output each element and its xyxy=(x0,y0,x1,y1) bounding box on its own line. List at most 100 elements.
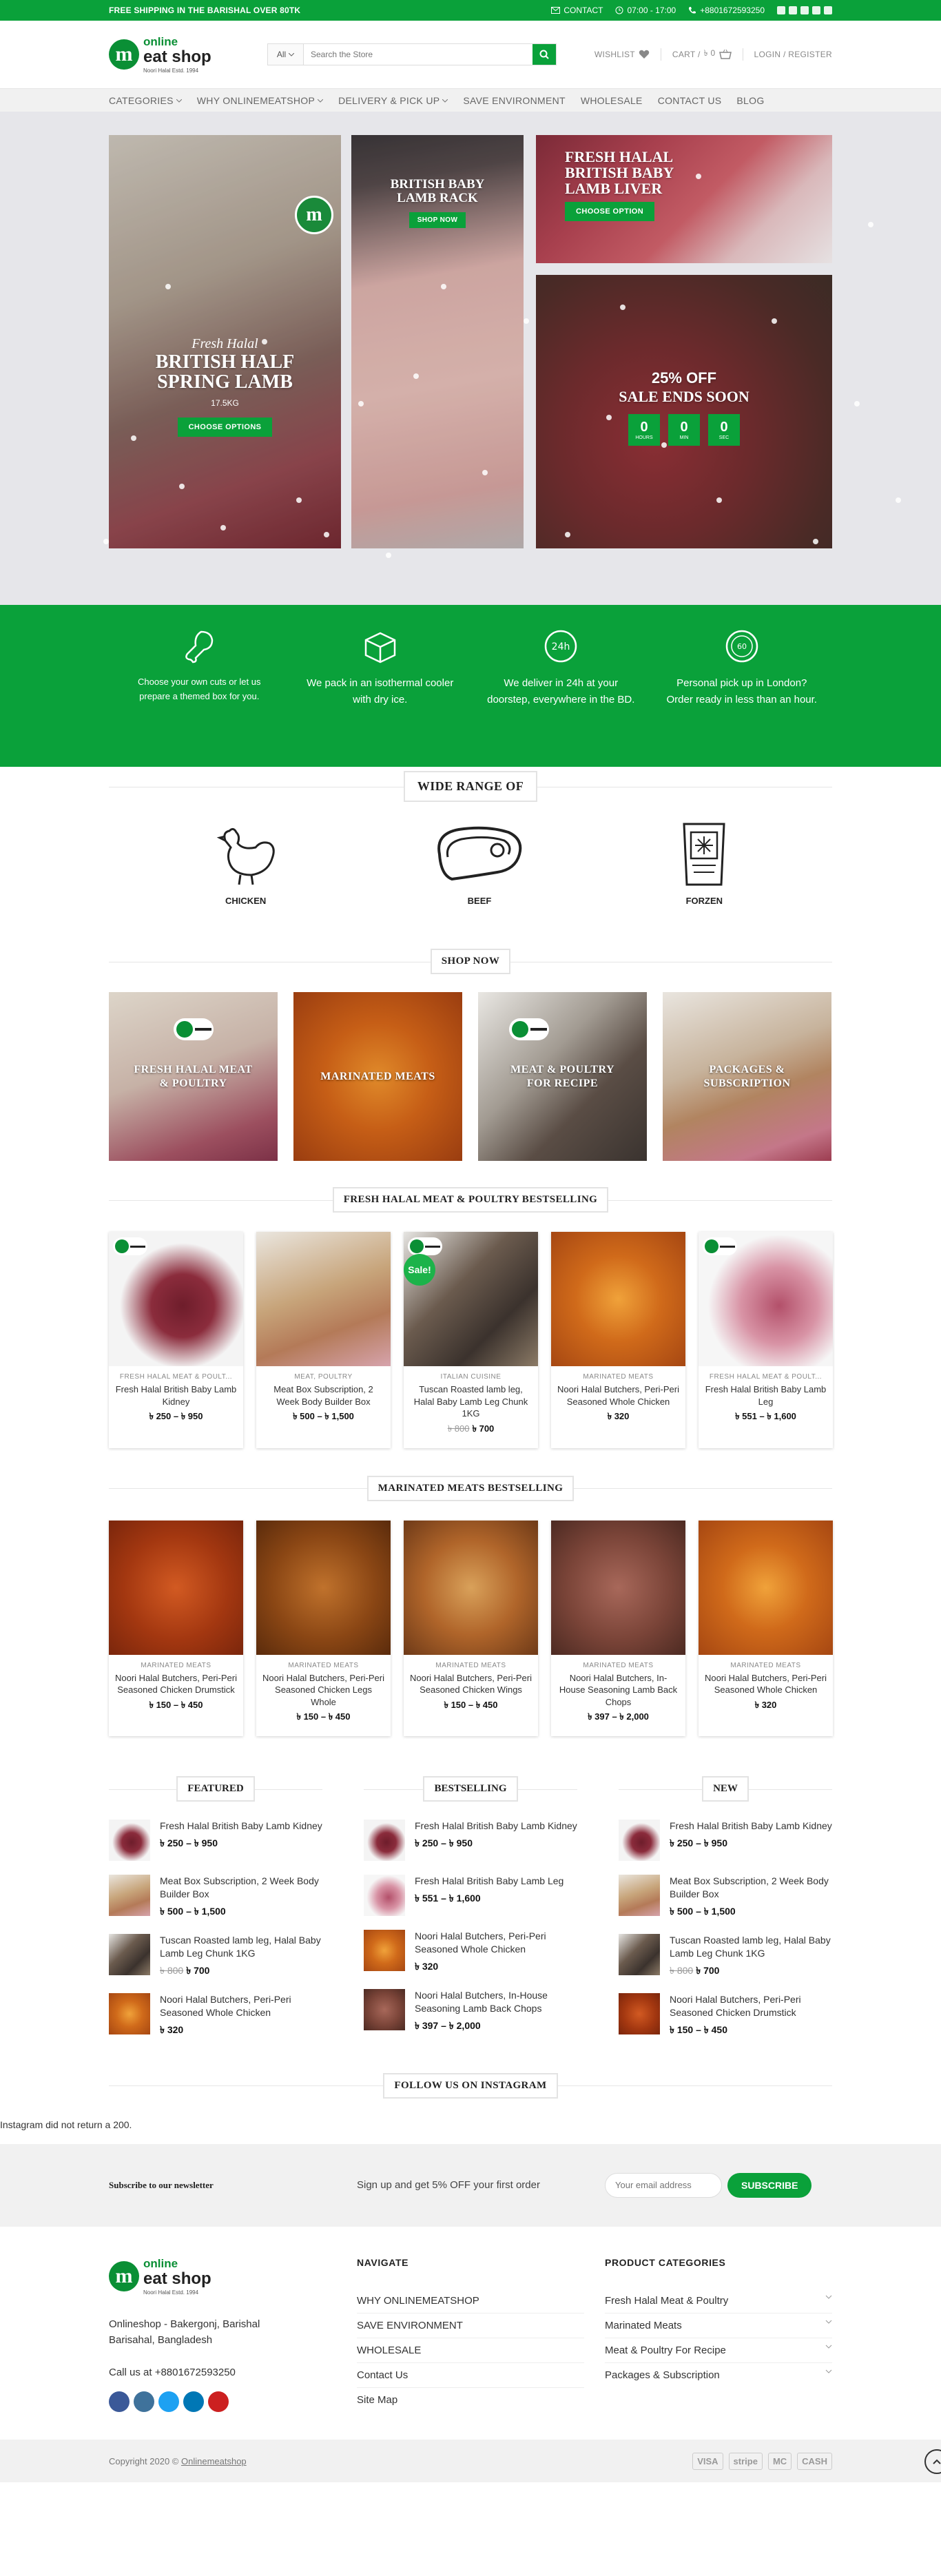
range-beef[interactable]: BEEF xyxy=(431,820,528,906)
list-item[interactable]: Noori Halal Butchers, Peri-Peri Seasoned… xyxy=(364,1930,577,1975)
product-name[interactable]: Noori Halal Butchers, Peri-Peri Seasoned… xyxy=(256,1672,391,1709)
copyright-link[interactable]: Onlinemeatshop xyxy=(181,2456,247,2466)
list-item[interactable]: Fresh Halal British Baby Lamb Leg ৳ 551 –… xyxy=(364,1875,577,1917)
product-name[interactable]: Noori Halal Butchers, Peri-Peri Seasoned… xyxy=(670,1993,832,2019)
product-thumbnail[interactable] xyxy=(364,1989,405,2031)
product-category[interactable]: MARINATED MEATS xyxy=(551,1662,685,1669)
product-thumbnail[interactable] xyxy=(619,1875,660,1917)
product-category[interactable]: MEAT, POULTRY xyxy=(256,1373,391,1381)
chevron-down-icon[interactable] xyxy=(825,2295,832,2299)
search-category-select[interactable]: All xyxy=(268,44,304,65)
footer-logo[interactable]: m online eat shop Noori Halal Estd. 1994 xyxy=(109,2257,267,2296)
product-card[interactable]: FRESH HALAL MEAT & POULT... Fresh Halal B… xyxy=(109,1232,243,1448)
product-name[interactable]: Tuscan Roasted lamb leg, Halal Baby Lamb… xyxy=(670,1934,832,1960)
hero-tile-sale[interactable]: 25% OFF SALE ENDS SOON 0 HOURS 0 MIN 0 SEC xyxy=(536,275,832,548)
product-name[interactable]: Noori Halal Butchers, In-House Seasoning… xyxy=(415,1989,577,2015)
product-category[interactable]: MARINATED MEATS xyxy=(551,1373,685,1381)
product-name[interactable]: Noori Halal Butchers, Peri-Peri Seasoned… xyxy=(551,1383,685,1408)
product-name[interactable]: Tuscan Roasted lamb leg, Halal Baby Lamb… xyxy=(160,1934,322,1960)
youtube-icon[interactable] xyxy=(824,6,832,14)
product-category[interactable]: MARINATED MEATS xyxy=(256,1662,391,1669)
site-logo[interactable]: m online eat shop Noori Halal Estd. 1994 xyxy=(109,35,267,74)
product-card[interactable]: MARINATED MEATS Noori Halal Butchers, Per… xyxy=(256,1520,391,1737)
product-thumbnail[interactable] xyxy=(364,1875,405,1917)
product-image[interactable] xyxy=(699,1232,833,1366)
youtube-icon[interactable] xyxy=(208,2391,229,2413)
product-card[interactable]: MARINATED MEATS Noori Halal Butchers, In-… xyxy=(551,1520,685,1737)
product-card[interactable]: FRESH HALAL MEAT & POULT... Fresh Halal B… xyxy=(699,1232,833,1448)
list-item[interactable]: Tuscan Roasted lamb leg, Halal Baby Lamb… xyxy=(109,1934,322,1979)
product-image[interactable] xyxy=(404,1232,538,1366)
footer-nav-link[interactable]: SAVE ENVIRONMENT xyxy=(357,2314,584,2338)
nav-item-0[interactable]: CATEGORIES xyxy=(109,95,182,106)
range-chicken[interactable]: CHICKEN xyxy=(213,820,279,906)
category-fresh-halal[interactable]: FRESH HALAL MEAT & POULTRY xyxy=(109,992,278,1161)
product-image[interactable] xyxy=(256,1232,391,1366)
instagram-icon[interactable] xyxy=(789,6,797,14)
list-item[interactable]: Tuscan Roasted lamb leg, Halal Baby Lamb… xyxy=(619,1934,832,1979)
search-button[interactable] xyxy=(532,44,556,65)
chevron-down-icon[interactable] xyxy=(825,2320,832,2324)
phone-link[interactable]: +8801672593250 xyxy=(688,6,765,15)
facebook-icon[interactable] xyxy=(777,6,785,14)
subscribe-button[interactable]: SUBSCRIBE xyxy=(727,2172,812,2198)
product-thumbnail[interactable] xyxy=(364,1820,405,1862)
hero-tile-lamb-liver[interactable]: FRESH HALAL BRITISH BABY LAMB LIVER CHOO… xyxy=(536,135,832,263)
product-image[interactable] xyxy=(109,1520,243,1655)
instagram-icon[interactable] xyxy=(134,2391,154,2413)
product-category[interactable]: FRESH HALAL MEAT & POULT... xyxy=(699,1373,833,1381)
product-name[interactable]: Meat Box Subscription, 2 Week Body Build… xyxy=(256,1383,391,1408)
product-thumbnail[interactable] xyxy=(109,1934,150,1976)
product-name[interactable]: Fresh Halal British Baby Lamb Leg xyxy=(415,1875,563,1888)
product-name[interactable]: Fresh Halal British Baby Lamb Leg xyxy=(699,1383,833,1408)
product-category[interactable]: MARINATED MEATS xyxy=(404,1662,538,1669)
product-name[interactable]: Fresh Halal British Baby Lamb Kidney xyxy=(160,1820,322,1833)
footer-phone[interactable]: Call us at +8801672593250 xyxy=(109,2364,357,2380)
product-category[interactable]: MARINATED MEATS xyxy=(699,1662,833,1669)
footer-category-link[interactable]: Marinated Meats xyxy=(605,2314,832,2338)
back-to-top-button[interactable] xyxy=(924,2449,941,2475)
product-thumbnail[interactable] xyxy=(619,1992,660,2034)
list-item[interactable]: Meat Box Subscription, 2 Week Body Build… xyxy=(619,1875,832,1920)
footer-nav-link[interactable]: WHY ONLINEMEATSHOP xyxy=(357,2289,584,2314)
login-register-link[interactable]: LOGIN / REGISTER xyxy=(754,50,833,59)
cart-link[interactable]: CART / ৳ 0 xyxy=(672,48,732,61)
product-name[interactable]: Noori Halal Butchers, In-House Seasoning… xyxy=(551,1672,685,1709)
category-packages[interactable]: PACKAGES & SUBSCRIPTION xyxy=(663,992,831,1161)
product-thumbnail[interactable] xyxy=(619,1934,660,1976)
hero-tile-lamb-rack[interactable]: BRITISH BABY LAMB RACK SHOP NOW xyxy=(351,135,524,548)
product-thumbnail[interactable] xyxy=(364,1930,405,1972)
product-image[interactable] xyxy=(551,1232,685,1366)
product-category[interactable]: MARINATED MEATS xyxy=(109,1662,243,1669)
nav-item-1[interactable]: WHY ONLINEMEATSHOP xyxy=(197,95,324,106)
nav-item-5[interactable]: CONTACT US xyxy=(658,95,722,106)
footer-category-link[interactable]: Packages & Subscription xyxy=(605,2363,832,2387)
list-item[interactable]: Fresh Halal British Baby Lamb Kidney ৳ 25… xyxy=(109,1820,322,1862)
product-name[interactable]: Meat Box Subscription, 2 Week Body Build… xyxy=(670,1875,832,1901)
twitter-icon[interactable] xyxy=(158,2391,179,2413)
choose-options-button[interactable]: CHOOSE OPTIONS xyxy=(177,417,273,437)
list-item[interactable]: Noori Halal Butchers, Peri-Peri Seasoned… xyxy=(109,1992,322,2039)
product-thumbnail[interactable] xyxy=(109,1820,150,1862)
product-card[interactable]: Sale! ITALIAN CUISINE Tuscan Roasted lamb … xyxy=(404,1232,538,1448)
product-thumbnail[interactable] xyxy=(109,1992,150,2034)
product-name[interactable]: Meat Box Subscription, 2 Week Body Build… xyxy=(160,1875,322,1901)
product-name[interactable]: Fresh Halal British Baby Lamb Kidney xyxy=(109,1383,243,1408)
product-card[interactable]: MARINATED MEATS Noori Halal Butchers, Per… xyxy=(699,1520,833,1737)
chevron-down-icon[interactable] xyxy=(825,2345,832,2349)
category-marinated[interactable]: MARINATED MEATS xyxy=(293,992,462,1161)
product-name[interactable]: Noori Halal Butchers, Peri-Peri Seasoned… xyxy=(415,1930,577,1956)
nav-item-4[interactable]: WHOLESALE xyxy=(581,95,643,106)
newsletter-email-input[interactable] xyxy=(605,2172,722,2198)
product-category[interactable]: ITALIAN CUISINE xyxy=(404,1373,538,1381)
product-name[interactable]: Noori Halal Butchers, Peri-Peri Seasoned… xyxy=(109,1672,243,1696)
nav-item-2[interactable]: DELIVERY & PICK UP xyxy=(338,95,448,106)
footer-nav-link[interactable]: Contact Us xyxy=(357,2363,584,2388)
hero-tile-spring-lamb[interactable]: m Fresh Halal BRITISH HALF SPRING LAMB 1… xyxy=(109,135,341,548)
nav-item-3[interactable]: SAVE ENVIRONMENT xyxy=(463,95,565,106)
product-name[interactable]: Tuscan Roasted lamb leg, Halal Baby Lamb… xyxy=(404,1383,538,1420)
twitter-icon[interactable] xyxy=(800,6,809,14)
wishlist-link[interactable]: WISHLIST xyxy=(594,50,650,59)
product-image[interactable] xyxy=(109,1232,243,1366)
footer-nav-link[interactable]: Site Map xyxy=(357,2388,584,2412)
